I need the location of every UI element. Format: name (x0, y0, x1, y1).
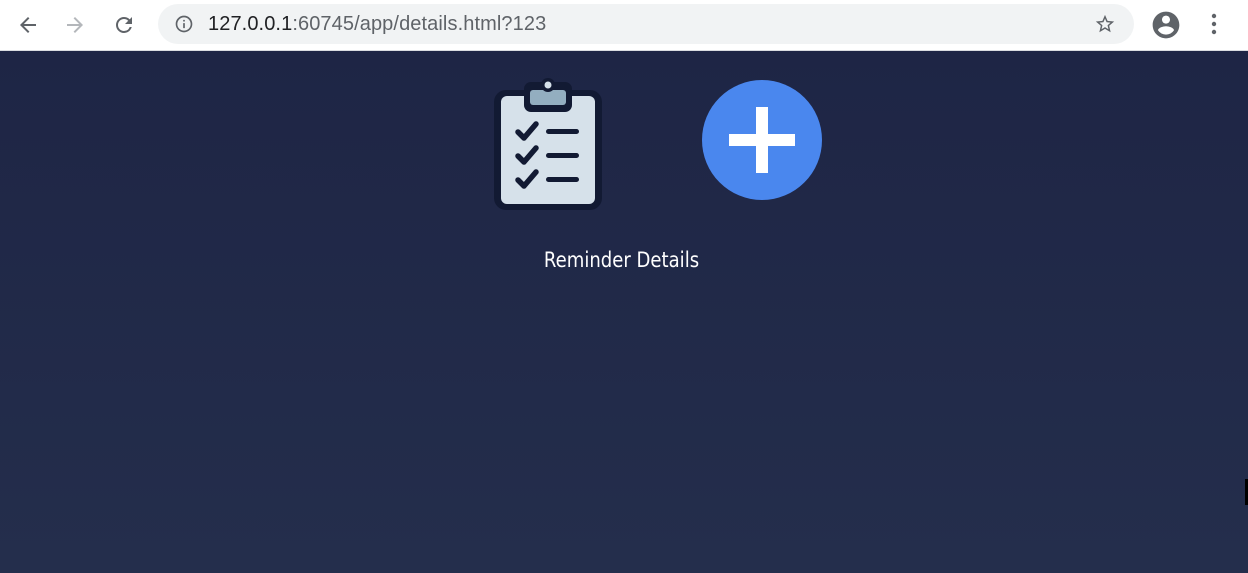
page-title: Reminder Details (543, 248, 700, 272)
back-button[interactable] (11, 8, 45, 42)
info-icon[interactable] (174, 14, 194, 34)
address-bar[interactable]: 127.0.0.1:60745/app/details.html?123 (158, 4, 1134, 44)
url-path: :60745/app/details.html?123 (292, 13, 547, 35)
url-text[interactable]: 127.0.0.1:60745/app/details.html?123 (208, 14, 546, 34)
arrow-left-icon (20, 17, 36, 33)
reload-icon (116, 17, 132, 33)
clipboard-checklist-icon (494, 78, 602, 210)
arrow-right-icon (67, 17, 83, 33)
forward-button[interactable] (58, 8, 92, 42)
url-host: 127.0.0.1 (208, 13, 293, 35)
plus-circle-icon (729, 107, 795, 173)
reload-button[interactable] (107, 8, 141, 42)
star-icon[interactable] (1094, 13, 1116, 35)
page-content: Reminder Details (0, 51, 1248, 573)
add-reminder-button[interactable] (702, 80, 822, 200)
account-circle-icon[interactable] (1150, 9, 1182, 41)
more-vertical-icon[interactable] (1202, 9, 1226, 41)
browser-toolbar: 127.0.0.1:60745/app/details.html?123 (0, 0, 1248, 51)
